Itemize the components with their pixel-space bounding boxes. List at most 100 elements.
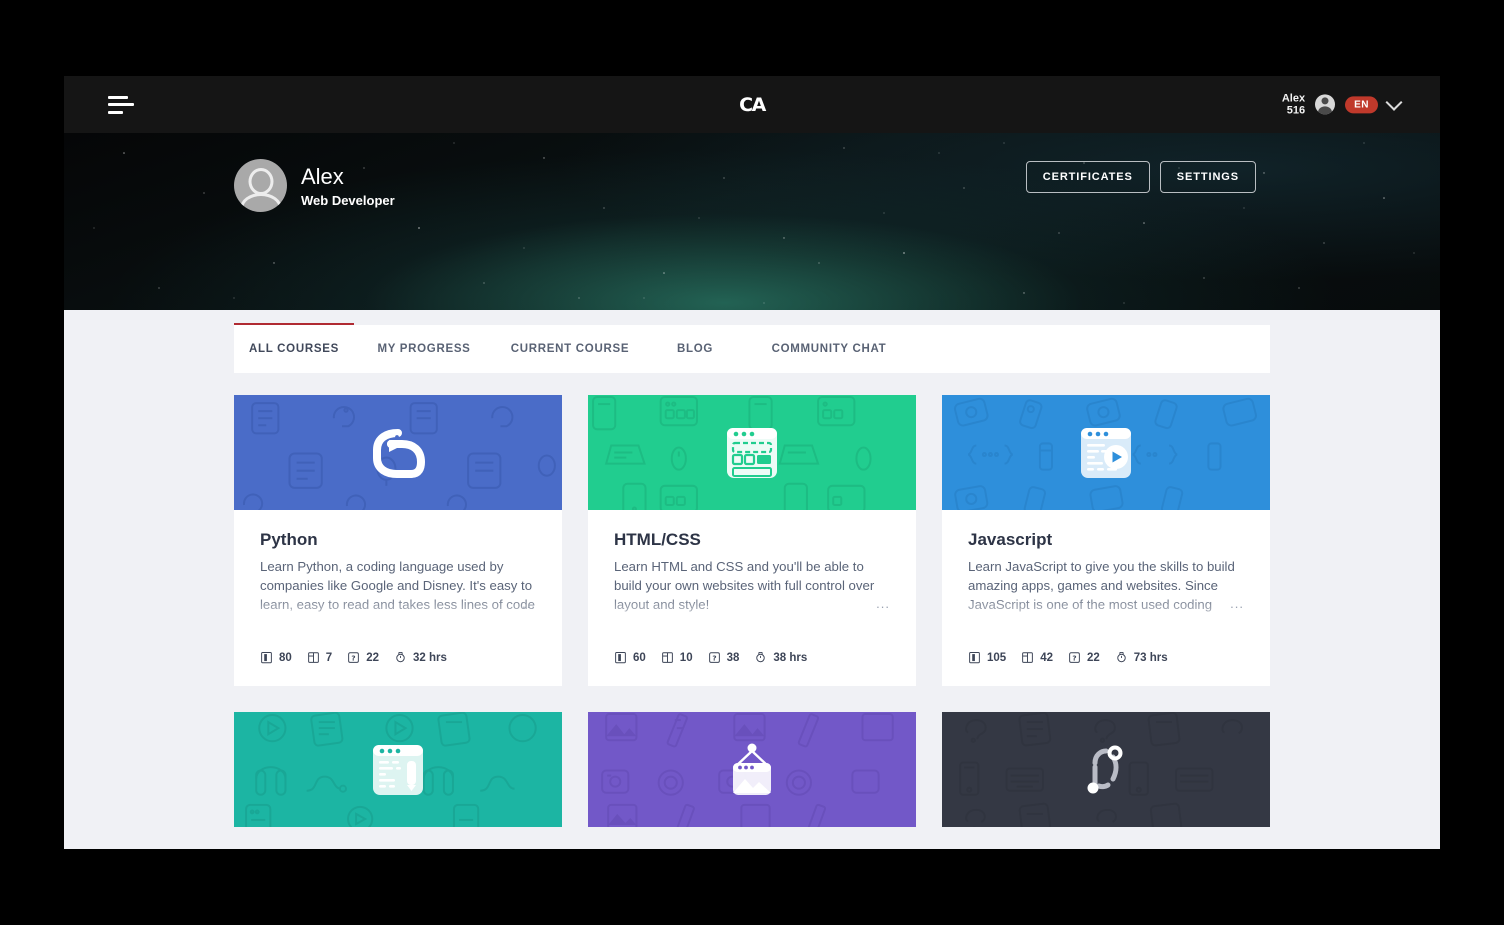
course-title: Python <box>260 530 318 549</box>
tab-all-courses[interactable]: ALL COURSES <box>234 323 354 373</box>
course-stat-value: 22 <box>1086 651 1100 664</box>
main-content: ALL COURSES MY PROGRESS CURRENT COURSE B… <box>64 310 1440 849</box>
profile-role: Web Developer <box>301 192 395 208</box>
course-stat-value: 42 <box>1040 651 1053 664</box>
watch-icon <box>396 652 405 663</box>
course-card-body: Python Learn Python, a coding language u… <box>234 510 562 615</box>
book-icon <box>969 651 980 664</box>
cards-icon <box>661 652 673 663</box>
tabs-container: ALL COURSES MY PROGRESS CURRENT COURSE B… <box>64 310 1440 373</box>
course-thumbnail <box>234 395 562 510</box>
course-stat-quizzes: ? 22 <box>1068 651 1100 664</box>
course-stat-quizzes: ? 22 <box>347 651 379 664</box>
course-description: Learn HTML and CSS and you'll be able to… <box>614 559 875 613</box>
settings-button[interactable]: SETTINGS <box>1159 161 1256 193</box>
course-card-htmlcss[interactable]: HTML/CSS Learn HTML and CSS and you'll b… <box>588 395 916 686</box>
course-description: Learn JavaScript to give you the skills … <box>968 559 1235 613</box>
svg-text:?: ? <box>352 654 356 663</box>
course-stat-value: 22 <box>366 651 379 664</box>
watch-icon <box>1117 652 1126 663</box>
course-description: Learn Python, a coding language used by … <box>260 559 535 613</box>
course-card-row2-1[interactable] <box>234 712 562 827</box>
editor-window-icon <box>373 744 423 795</box>
topbar-user-area: Alex 516 EN <box>1282 92 1403 117</box>
course-stats: 80 7 ? 22 32 hrs <box>234 615 562 686</box>
course-stat-hours: 73 hrs <box>1115 651 1168 664</box>
course-stat-value: 32 hrs <box>413 651 447 664</box>
course-thumbnail <box>234 712 562 827</box>
course-stat-hours: 32 hrs <box>394 651 447 664</box>
topbar-user-name: Alex <box>1281 91 1306 104</box>
profile-avatar[interactable] <box>234 159 287 212</box>
course-stat-value: 38 hrs <box>773 651 808 664</box>
tab-bar: ALL COURSES MY PROGRESS CURRENT COURSE B… <box>234 323 1270 373</box>
layout-window-icon <box>727 427 777 478</box>
course-title: Javascript <box>968 530 1053 549</box>
tab-community-chat[interactable]: COMMUNITY CHAT <box>744 325 914 373</box>
course-stat-lessons: 105 <box>968 651 1006 664</box>
tab-my-progress[interactable]: MY PROGRESS <box>354 325 494 373</box>
watch-icon <box>756 652 766 663</box>
page-title: Alex <box>301 164 344 190</box>
profile-hero: Alex Web Developer CERTIFICATES SETTINGS… <box>64 133 1440 310</box>
course-stat-cards: 10 <box>661 651 693 664</box>
course-card-row2-2[interactable] <box>588 712 916 827</box>
bezier-path-icon <box>1087 745 1123 793</box>
course-thumbnail <box>588 712 916 827</box>
course-stat-hours: 38 hrs <box>754 651 807 664</box>
quiz-icon: ? <box>1069 652 1080 663</box>
tab-current-course[interactable]: CURRENT COURSE <box>494 325 646 373</box>
course-grid: Python Learn Python, a coding language u… <box>64 373 1440 827</box>
quiz-icon: ? <box>348 652 360 663</box>
svg-text:?: ? <box>1072 654 1076 663</box>
quiz-icon: ? <box>708 652 720 663</box>
course-card-body: Javascript Learn JavaScript to give you … <box>942 510 1270 615</box>
topbar-user-info[interactable]: Alex 516 <box>1282 92 1305 117</box>
book-icon <box>261 651 272 664</box>
course-thumbnail <box>588 395 916 510</box>
course-description-ellipsis: ... <box>522 596 536 611</box>
course-card-row2-3[interactable] <box>942 712 1270 827</box>
screen: CA Alex 516 EN Alex Web Developer CERTIF… <box>0 0 1504 925</box>
tab-blog[interactable]: BLOG <box>646 325 744 373</box>
python-snake-icon <box>373 428 426 478</box>
language-selector[interactable]: EN <box>1345 96 1378 113</box>
course-stat-cards: 7 <box>307 651 332 664</box>
course-stat-lessons: 60 <box>614 651 646 664</box>
svg-text:?: ? <box>712 654 716 663</box>
course-stat-value: 80 <box>279 651 292 664</box>
topbar-user-points: 516 <box>1286 104 1306 117</box>
avatar[interactable] <box>1315 94 1336 115</box>
course-stat-value: 7 <box>325 651 333 664</box>
course-description-ellipsis: ... <box>1230 596 1244 611</box>
course-stats: 60 10 ? 38 38 hrs <box>588 615 916 686</box>
hero-content: Alex Web Developer CERTIFICATES SETTINGS… <box>64 133 1440 310</box>
course-stat-quizzes: ? 38 <box>708 651 740 664</box>
cards-icon <box>1022 652 1034 663</box>
chevron-down-icon[interactable] <box>1385 93 1403 111</box>
cards-icon <box>307 652 319 663</box>
course-card-body: HTML/CSS Learn HTML and CSS and you'll b… <box>588 510 916 615</box>
course-title: HTML/CSS <box>614 530 701 549</box>
course-stat-value: 10 <box>679 651 693 664</box>
course-description-ellipsis: ... <box>876 596 890 611</box>
course-card-python[interactable]: Python Learn Python, a coding language u… <box>234 395 562 686</box>
hamburger-icon[interactable] <box>108 95 134 114</box>
course-stat-lessons: 80 <box>260 651 292 664</box>
course-stat-value: 73 hrs <box>1133 651 1168 664</box>
course-stat-value: 60 <box>633 651 646 664</box>
image-window-icon <box>733 743 771 795</box>
course-stat-value: 38 <box>726 651 740 664</box>
video-window-icon <box>1081 427 1131 478</box>
course-stat-value: 105 <box>987 651 1007 664</box>
course-card-javascript[interactable]: Javascript Learn JavaScript to give you … <box>942 395 1270 686</box>
course-thumbnail <box>942 712 1270 827</box>
course-stats: 105 42 ? 22 73 hrs <box>942 615 1270 686</box>
course-stat-cards: 42 <box>1021 651 1053 664</box>
certificates-button[interactable]: CERTIFICATES <box>1025 161 1150 193</box>
top-navigation-bar: CA Alex 516 EN <box>64 76 1440 133</box>
app-window: CA Alex 516 EN Alex Web Developer CERTIF… <box>64 76 1440 849</box>
app-logo[interactable]: CA <box>739 94 766 116</box>
course-thumbnail <box>942 395 1270 510</box>
hero-action-buttons: CERTIFICATES SETTINGS <box>1025 161 1256 193</box>
